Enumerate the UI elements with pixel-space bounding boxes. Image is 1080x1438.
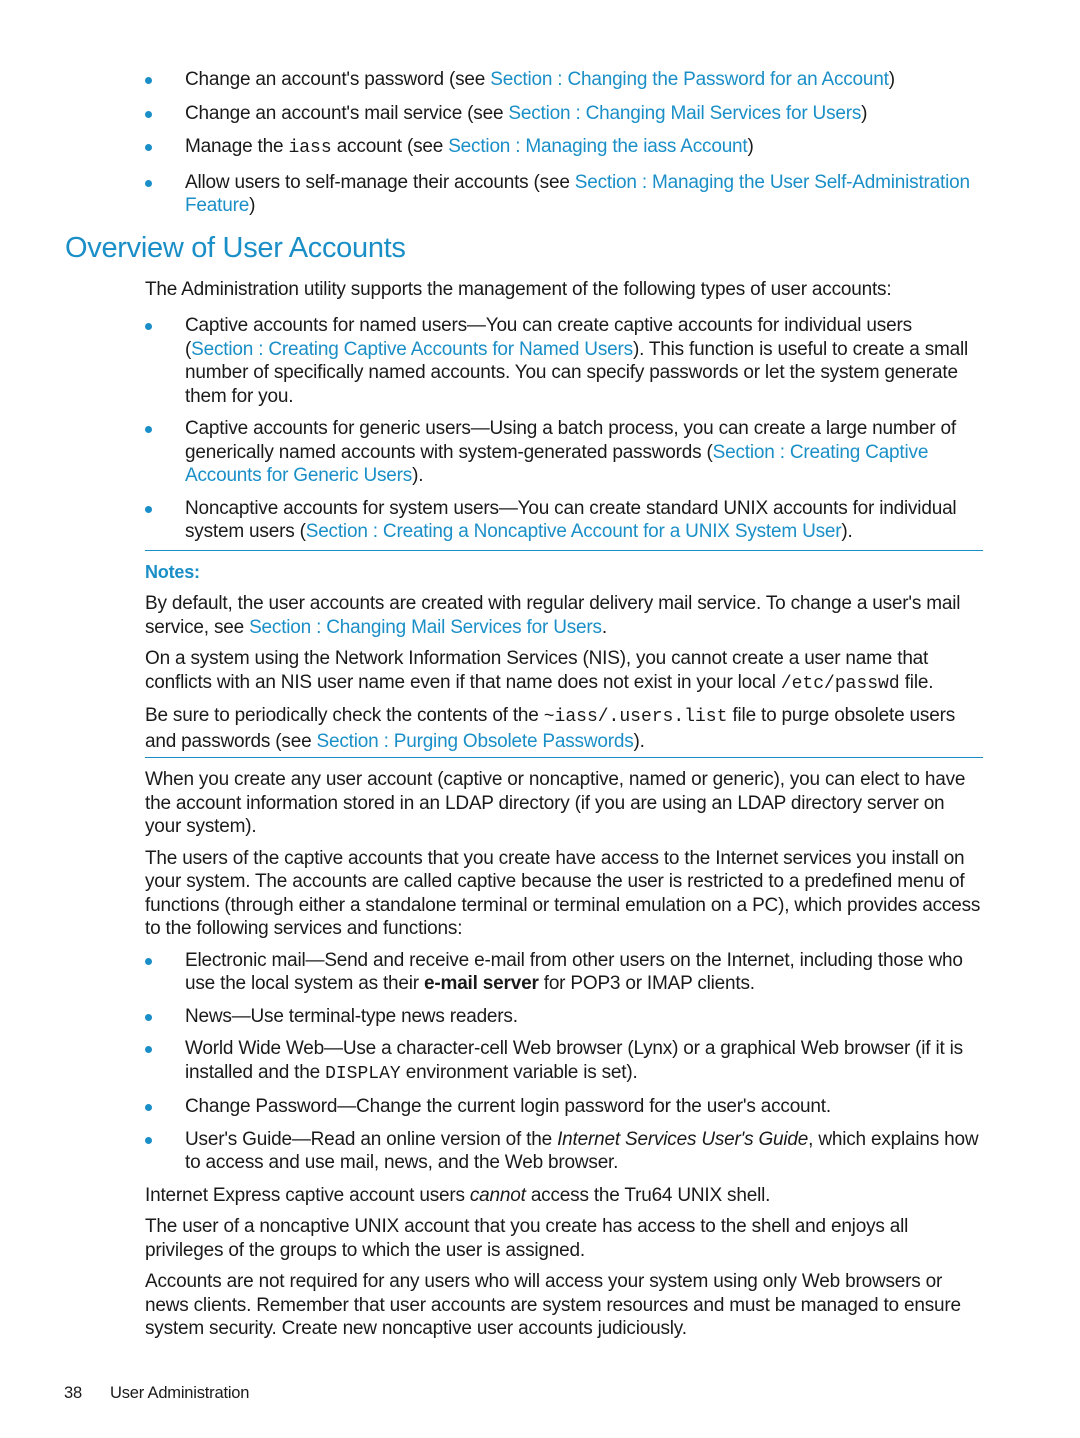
list-item: Captive accounts for generic users—Using… bbox=[145, 417, 985, 488]
code-display: DISPLAY bbox=[325, 1063, 401, 1084]
notes-divider-bottom bbox=[145, 757, 983, 758]
list-item: Change an account's mail service (see Se… bbox=[145, 102, 990, 126]
link-changing-mail-services[interactable]: Section : Changing Mail Services for Use… bbox=[508, 103, 861, 124]
body-paragraph: Internet Express captive account users c… bbox=[145, 1184, 771, 1206]
notes-divider-top bbox=[145, 550, 983, 551]
bullet-icon bbox=[145, 957, 152, 965]
list-item: Manage the iass account (see Section : M… bbox=[145, 135, 990, 161]
bullet-icon bbox=[145, 1104, 152, 1111]
intro-paragraph: The Administration utility supports the … bbox=[145, 279, 892, 300]
code-users-list: ~iass/.users.list bbox=[543, 707, 728, 727]
bullet-icon bbox=[145, 505, 152, 513]
bullet-icon bbox=[145, 1046, 152, 1053]
note-paragraph: On a system using the Network Informatio… bbox=[145, 648, 934, 694]
list-item: Noncaptive accounts for system users—You… bbox=[145, 497, 985, 544]
page-footer: 38 User Administration bbox=[64, 1384, 249, 1403]
link-managing-iass[interactable]: Section : Managing the iass Account bbox=[448, 136, 748, 157]
book-title: Internet Services User's Guide bbox=[557, 1128, 809, 1150]
bullet-icon bbox=[145, 1136, 152, 1144]
list-item: Electronic mail—Send and receive e-mail … bbox=[145, 949, 985, 996]
link-captive-named[interactable]: Section : Creating Captive Accounts for … bbox=[191, 339, 633, 360]
list-item: Captive accounts for named users—You can… bbox=[145, 314, 985, 408]
notes-title: Notes: bbox=[145, 562, 200, 582]
list-item: Change Password—Change the current login… bbox=[145, 1095, 985, 1119]
section-title: Overview of User Accounts bbox=[65, 232, 406, 264]
list-item: World Wide Web—Use a character-cell Web … bbox=[145, 1037, 985, 1086]
bullet-icon bbox=[145, 144, 152, 151]
code-etc-passwd: /etc/passwd bbox=[780, 673, 900, 694]
notes-box: Notes: By default, the user accounts are… bbox=[145, 560, 985, 761]
link-changing-password[interactable]: Section : Changing the Password for an A… bbox=[490, 69, 889, 90]
link-changing-mail-services-note[interactable]: Section : Changing Mail Services for Use… bbox=[249, 617, 602, 638]
bullet-icon bbox=[145, 426, 152, 433]
bullet-icon bbox=[145, 110, 152, 118]
body-paragraph: Accounts are not required for any users … bbox=[145, 1271, 961, 1339]
page-number: 38 bbox=[64, 1384, 82, 1402]
link-purging-passwords[interactable]: Section : Purging Obsolete Passwords bbox=[317, 731, 634, 752]
link-noncaptive-unix[interactable]: Section : Creating a Noncaptive Account … bbox=[306, 521, 842, 542]
bullet-icon bbox=[145, 179, 152, 187]
note-paragraph: Be sure to periodically check the conten… bbox=[145, 705, 955, 752]
list-item: News—Use terminal-type news readers. bbox=[145, 1005, 985, 1029]
term-email-server: e-mail server bbox=[424, 973, 539, 994]
account-types-list: Captive accounts for named users—You can… bbox=[145, 314, 985, 553]
bullet-icon bbox=[145, 323, 152, 330]
task-list: Change an account's password (see Sectio… bbox=[145, 68, 990, 228]
body-paragraph: The user of a noncaptive UNIX account th… bbox=[145, 1216, 909, 1261]
body-text: When you create any user account (captiv… bbox=[145, 768, 985, 1349]
note-paragraph: By default, the user accounts are create… bbox=[145, 593, 961, 638]
chapter-title: User Administration bbox=[110, 1384, 250, 1402]
list-item: User's Guide—Read an online version of t… bbox=[145, 1128, 985, 1175]
services-list: Electronic mail—Send and receive e-mail … bbox=[0, 949, 985, 1175]
body-paragraph: When you create any user account (captiv… bbox=[145, 769, 966, 837]
list-item: Allow users to self-manage their account… bbox=[145, 171, 990, 218]
bullet-icon bbox=[145, 77, 152, 84]
list-item: Change an account's password (see Sectio… bbox=[145, 68, 990, 92]
code-iass: iass bbox=[288, 138, 332, 158]
body-paragraph: The users of the captive accounts that y… bbox=[145, 847, 981, 940]
bullet-icon bbox=[145, 1013, 152, 1021]
